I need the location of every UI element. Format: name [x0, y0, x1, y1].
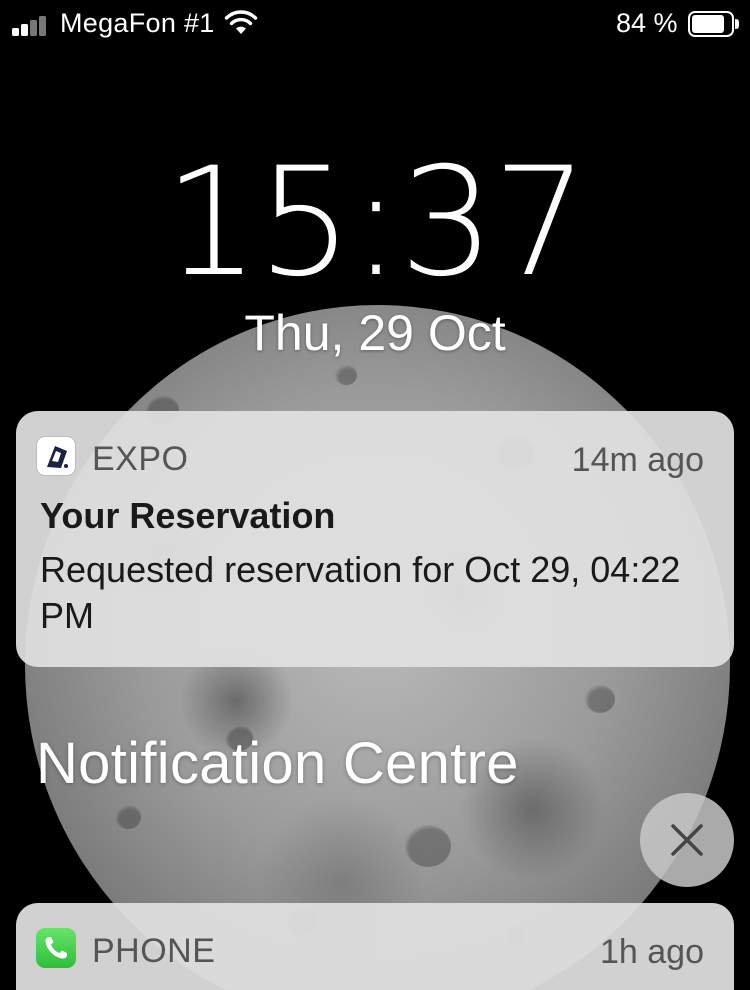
clear-notifications-button[interactable] — [640, 793, 734, 887]
notification-phone[interactable]: PHONE 1h ago — [16, 903, 734, 990]
battery-icon — [688, 11, 740, 37]
carrier-name: MegaFon #1 — [60, 8, 215, 38]
notification-title: Your Reservation — [40, 495, 336, 536]
notification-app-name: EXPO — [92, 440, 189, 478]
signal-bar — [21, 24, 28, 36]
notification-header: EXPO 14m ago — [36, 435, 704, 479]
notification-centre-title: Notification Centre — [36, 731, 519, 796]
phone-app-icon — [36, 928, 76, 968]
notification-app-name: PHONE — [92, 932, 216, 970]
signal-bar — [12, 28, 19, 36]
signal-bar — [39, 16, 46, 36]
notification-body: Requested reservation for Oct 29, 04:22 … — [40, 549, 681, 636]
close-icon — [671, 824, 703, 856]
signal-bar — [30, 20, 37, 36]
status-bar: MegaFon #1 84 % — [0, 0, 750, 48]
wifi-icon — [224, 10, 258, 34]
battery-percentage: 84 % — [616, 8, 678, 38]
lock-screen-date: Thu, 29 Oct — [244, 305, 506, 361]
notification-header: PHONE 1h ago — [36, 927, 704, 971]
notification-expo[interactable]: EXPO 14m ago Your Reservation Requested … — [16, 411, 734, 667]
signal-icon — [12, 16, 50, 36]
lock-screen-clock: 15:37 — [163, 136, 588, 310]
expo-app-icon — [36, 436, 76, 476]
notification-time: 14m ago — [571, 441, 704, 479]
notification-time: 1h ago — [600, 933, 704, 971]
